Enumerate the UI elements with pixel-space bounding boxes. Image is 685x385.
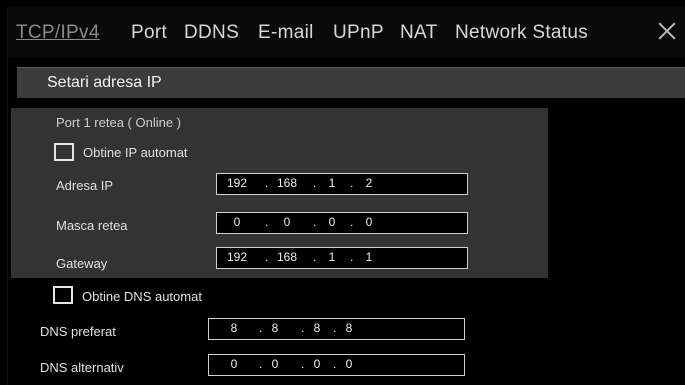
mask-octet-2: 0 [283,215,291,229]
ip-octet-1: 192 [226,176,248,190]
dns-alternate-label: DNS alternativ [40,360,124,375]
tab-bar: TCP/IPv4 Port DDNS E-mail UPnP NAT Netwo… [8,7,685,57]
tab-network-status[interactable]: Network Status [455,22,588,44]
gateway-octet-1: 192 [226,250,248,264]
ip-address-label: Adresa IP [56,178,114,193]
tab-ddns[interactable]: DDNS [184,22,239,44]
dns2-octet-2: 0 [271,357,279,371]
network-settings-window: TCP/IPv4 Port DDNS E-mail UPnP NAT Netwo… [7,7,685,385]
section-title: Setari adresa IP [47,74,162,91]
ip-octet-3: 1 [328,176,336,190]
tab-port[interactable]: Port [131,22,167,44]
port-settings-panel: Port 1 retea ( Online ) Obtine IP automa… [11,108,548,278]
auto-ip-label: Obtine IP automat [83,145,188,160]
dns2-octet-4: 0 [345,357,353,371]
mask-octet-3: 0 [328,215,336,229]
dns-preferred-label: DNS preferat [40,324,116,339]
dns-alternate-field[interactable]: 0 . 0 . 0 . 0 [208,354,465,376]
tab-email[interactable]: E-mail [258,22,314,44]
port-title: Port 1 retea ( Online ) [56,115,181,130]
close-icon[interactable] [655,19,679,43]
ip-octet-2: 168 [276,176,298,190]
auto-ip-checkbox[interactable] [54,143,74,161]
gateway-octet-3: 1 [328,250,336,264]
auto-dns-label: Obtine DNS automat [82,289,202,304]
dns1-octet-4: 8 [345,321,353,335]
gateway-label: Gateway [56,256,108,271]
tab-tcp-ipv4[interactable]: TCP/IPv4 [16,22,100,44]
subnet-mask-label: Masca retea [56,218,128,233]
gateway-octet-4: 1 [365,250,373,264]
ip-octet-4: 2 [365,176,373,190]
dns1-octet-1: 8 [230,321,238,335]
tab-upnp[interactable]: UPnP [333,22,384,44]
mask-octet-1: 0 [233,215,241,229]
dns1-octet-2: 8 [271,321,279,335]
dns-preferred-field[interactable]: 8 . 8 . 8 . 8 [208,318,465,340]
tab-nat[interactable]: NAT [400,22,438,44]
gateway-octet-2: 168 [276,250,298,264]
dns2-octet-1: 0 [230,357,238,371]
section-header: Setari adresa IP [17,67,685,98]
auto-dns-checkbox[interactable] [53,286,73,304]
subnet-mask-field[interactable]: 0 . 0 . 0 . 0 [216,212,468,234]
ip-address-field[interactable]: 192 . 168 . 1 . 2 [216,173,468,195]
gateway-field[interactable]: 192 . 168 . 1 . 1 [216,247,468,269]
mask-octet-4: 0 [365,215,373,229]
